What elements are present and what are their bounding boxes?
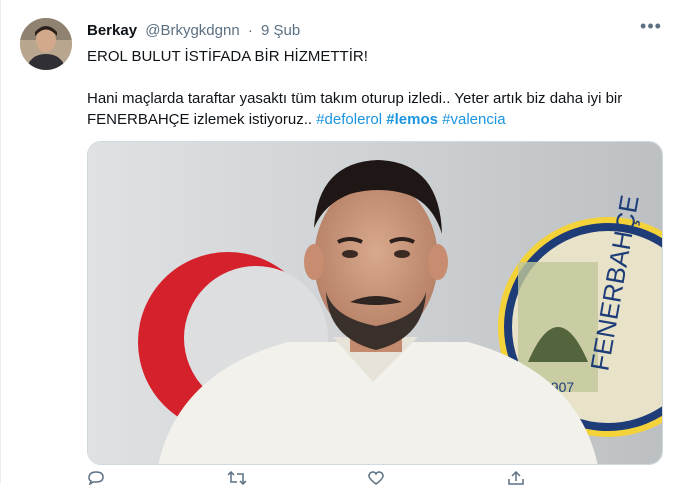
separator-dot: ·: [247, 22, 253, 39]
hashtag-lemos[interactable]: #lemos: [386, 111, 438, 128]
tweet-date[interactable]: 9 Şub: [261, 22, 300, 39]
hashtag-defolerol[interactable]: #defolerol: [316, 111, 382, 128]
tweet-image[interactable]: FENERBAHÇE 1907: [87, 141, 663, 465]
author-name[interactable]: Berkay: [87, 22, 137, 39]
hashtag-valencia[interactable]: #valencia: [442, 111, 505, 128]
avatar-image: [20, 18, 72, 70]
photo: FENERBAHÇE 1907: [88, 142, 662, 464]
more-options-icon[interactable]: •••: [640, 17, 662, 40]
tweet-text: EROL BULUT İSTİFADA BİR HİZMETTİR! Hani …: [87, 46, 667, 130]
tweet-header: Berkay @Brkygkdgnn · 9 Şub: [87, 22, 300, 42]
tweet-line-2: Hani maçlarda taraftar yasaktı tüm takım…: [87, 88, 667, 130]
tweet-line-1: EROL BULUT İSTİFADA BİR HİZMETTİR!: [87, 48, 368, 65]
tweet-card[interactable]: Berkay @Brkygkdgnn · 9 Şub ••• EROL BULU…: [0, 0, 700, 485]
avatar[interactable]: [20, 18, 72, 70]
author-handle[interactable]: @Brkygkdgnn: [145, 22, 239, 39]
